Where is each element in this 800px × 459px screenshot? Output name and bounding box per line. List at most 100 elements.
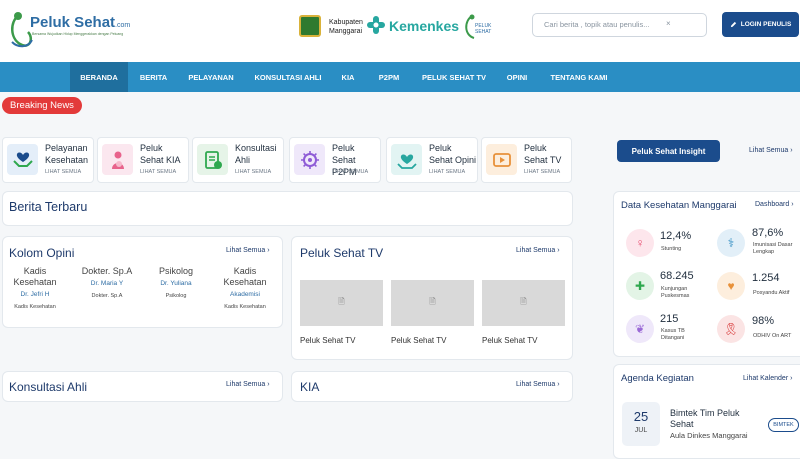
author-name[interactable]: Akademisi (212, 291, 278, 298)
breaking-news-badge[interactable]: Breaking News (2, 97, 82, 114)
logo-tagline: Bersama Wujudkan Hidup Menggerakkan deng… (32, 32, 124, 36)
stat-label: Imunisasi Dasar Lengkap (753, 242, 793, 255)
search-input[interactable]: Cari berita , topik atau penulis... (544, 20, 649, 29)
stat-value: 1.254 (752, 272, 780, 284)
doctor-icon: ⚕ (717, 229, 745, 257)
agenda-month: JUL (634, 427, 648, 434)
insight-tab[interactable]: Peluk Sehat Insight (617, 140, 720, 162)
service-card-tv[interactable]: Peluk Sehat TV LIHAT SEMUA (481, 137, 572, 183)
video-title[interactable]: Peluk Sehat TV (482, 336, 537, 345)
service-title: Peluk Sehat TV (524, 143, 562, 165)
service-card-kia[interactable]: Peluk Sehat KIA LIHAT SEMUA (97, 137, 189, 183)
image-placeholder-icon: 🗎 (338, 297, 345, 306)
video-title[interactable]: Peluk Sehat TV (391, 336, 446, 345)
service-link[interactable]: LIHAT SEMUA (524, 169, 560, 175)
clipboard-apple-icon (197, 144, 228, 175)
author-photo: Kadis Kesehatan (13, 266, 57, 287)
kemenkes-label: Kemenkes (389, 18, 460, 34)
nav-tentang-kami[interactable]: TENTANG KAMI (540, 62, 618, 92)
service-title: Peluk Sehat KIA (140, 143, 181, 165)
service-card-p2pm[interactable]: Peluk Sehat P2PM LIHAT SEMUA (289, 137, 381, 183)
nav-p2pm[interactable]: P2PM (366, 62, 412, 92)
service-title: Konsultasi Ahli (235, 143, 277, 165)
service-title: Peluk Sehat Opini (429, 143, 477, 165)
kab-line1: Kabupaten (329, 19, 363, 26)
stat-value: 68.245 (660, 270, 694, 282)
opini-item[interactable]: Kadis Kesehatan Dr. Jefri H Kadis Keseha… (2, 266, 68, 310)
service-title: Pelayanan Kesehatan (45, 143, 89, 165)
kolom-opini-link[interactable]: Lihat Semua › (226, 247, 270, 254)
insight-link[interactable]: Lihat Semua › (749, 147, 793, 154)
stat-label: Stunting (661, 246, 682, 252)
service-link[interactable]: LIHAT SEMUA (235, 169, 271, 175)
dashboard-link[interactable]: Dashboard › (755, 201, 794, 208)
nav-peluk-sehat-tv[interactable]: PELUK SEHAT TV (414, 62, 494, 92)
logo-suffix-text: .com (115, 22, 131, 29)
nav-pelayanan[interactable]: PELAYANAN (180, 62, 242, 92)
tv-title: Peluk Sehat TV (300, 246, 384, 260)
virus-icon (294, 144, 325, 175)
konsultasi-title: Konsultasi Ahli (9, 380, 88, 394)
author-role: Kadis Kesehatan (224, 304, 266, 310)
login-label: LOGIN PENULIS (740, 21, 792, 28)
opini-item[interactable]: Kadis Kesehatan Akademisi Kadis Kesehata… (212, 266, 278, 310)
kolom-opini-title: Kolom Opini (9, 246, 75, 260)
heart-care-icon (391, 144, 422, 175)
service-link[interactable]: LIHAT SEMUA (332, 169, 368, 175)
service-link[interactable]: LIHAT SEMUA (45, 169, 81, 175)
author-photo: Kadis Kesehatan (223, 266, 267, 287)
link-label: Lihat Kalender (743, 375, 789, 382)
kabupaten-emblem-icon (299, 15, 321, 37)
svg-text:SEHAT: SEHAT (475, 29, 491, 35)
video-thumbnail[interactable]: 🗎 (391, 280, 474, 326)
stat-label: Kasus TB Ditangani (661, 328, 685, 341)
author-name[interactable]: Dr. Jefri H (2, 291, 68, 298)
author-photo: Dokter. Sp.A (81, 266, 133, 276)
opini-item[interactable]: Dokter. Sp.A Dr. Maria Y Dokter. Sp.A (74, 266, 140, 299)
link-label: Lihat Semua (749, 147, 789, 154)
kalender-link[interactable]: Lihat Kalender › (743, 375, 792, 382)
stat-value: 12,4% (660, 230, 692, 242)
service-card-pelayanan[interactable]: Pelayanan Kesehatan LIHAT SEMUA (2, 137, 94, 183)
konsultasi-link[interactable]: Lihat Semua › (226, 381, 270, 388)
video-title[interactable]: Peluk Sehat TV (300, 336, 355, 345)
nav-berita[interactable]: BERITA (130, 62, 177, 92)
tv-link[interactable]: Lihat Semua › (516, 247, 560, 254)
heart-hands-icon (7, 144, 38, 175)
video-thumbnail[interactable]: 🗎 (300, 280, 383, 326)
ribbon-icon: 🎗 (717, 315, 745, 343)
hand-heart-icon: ♥ (717, 272, 745, 300)
medkit-icon: ✚ (626, 272, 654, 300)
nav-opini[interactable]: OPINI (498, 62, 536, 92)
kia-title: KIA (300, 380, 320, 394)
author-name[interactable]: Dr. Yuliana (143, 280, 209, 287)
author-role: Psikolog (165, 293, 187, 299)
agenda-title: Agenda Kegiatan (621, 373, 694, 384)
service-card-opini[interactable]: Peluk Sehat Opini LIHAT SEMUA (386, 137, 478, 183)
data-kesehatan-title: Data Kesehatan Manggarai (621, 200, 737, 211)
stat-label: Posyandu Aktif (753, 290, 790, 296)
play-icon (486, 144, 517, 175)
child-icon: ♀ (626, 229, 654, 257)
agenda-badge: BIMTEK (768, 418, 799, 432)
nav-beranda[interactable]: BERANDA (70, 62, 128, 92)
service-link[interactable]: LIHAT SEMUA (429, 169, 465, 175)
kia-link[interactable]: Lihat Semua › (516, 381, 560, 388)
opini-item[interactable]: Psikolog Dr. Yuliana Psikolog (143, 266, 209, 299)
search-clear-icon[interactable]: × (666, 19, 671, 28)
image-placeholder-icon: 🗎 (520, 297, 527, 306)
nav-kia[interactable]: KIA (333, 62, 363, 92)
logo-title[interactable]: Peluk Sehat.com (30, 14, 130, 31)
service-link[interactable]: LIHAT SEMUA (140, 169, 176, 175)
berita-terbaru-title: Berita Terbaru (9, 200, 88, 214)
service-card-konsultasi[interactable]: Konsultasi Ahli LIHAT SEMUA (192, 137, 284, 183)
video-thumbnail[interactable]: 🗎 (482, 280, 565, 326)
stat-value: 87,6% (752, 227, 784, 239)
link-label: Lihat Semua (516, 247, 556, 254)
kab-line2: Manggarai (329, 28, 363, 35)
stat-value: 215 (660, 313, 679, 325)
agenda-event-title[interactable]: Bimtek Tim Peluk Sehat (670, 408, 750, 430)
author-name[interactable]: Dr. Maria Y (74, 280, 140, 287)
login-button[interactable]: LOGIN PENULIS (722, 12, 799, 37)
nav-konsultasi-ahli[interactable]: KONSULTASI AHLI (247, 62, 329, 92)
